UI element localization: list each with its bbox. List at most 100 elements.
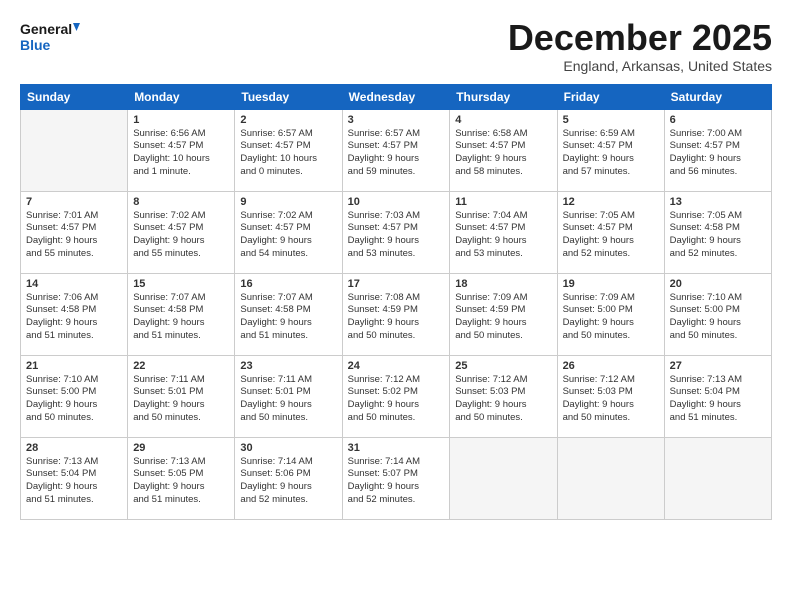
title-block: December 2025 England, Arkansas, United … bbox=[508, 18, 772, 74]
cell-info-line: Sunset: 4:59 PM bbox=[455, 304, 551, 317]
cell-info-line: Sunrise: 7:06 AM bbox=[26, 292, 122, 305]
cell-info-line: Daylight: 9 hours bbox=[563, 235, 659, 248]
page: General Blue December 2025 England, Arka… bbox=[0, 0, 792, 612]
cell-info-line: Daylight: 9 hours bbox=[26, 235, 122, 248]
logo-svg: General Blue bbox=[20, 18, 80, 56]
day-number: 20 bbox=[670, 278, 766, 290]
cell-info-line: and 54 minutes. bbox=[240, 248, 336, 261]
cell-info-line: Daylight: 9 hours bbox=[240, 481, 336, 494]
cell-info-line: and 51 minutes. bbox=[240, 330, 336, 343]
cell-info-line: Sunset: 5:02 PM bbox=[348, 386, 445, 399]
day-number: 16 bbox=[240, 278, 336, 290]
day-number: 12 bbox=[563, 196, 659, 208]
calendar-cell: 1Sunrise: 6:56 AMSunset: 4:57 PMDaylight… bbox=[128, 109, 235, 191]
calendar-cell: 15Sunrise: 7:07 AMSunset: 4:58 PMDayligh… bbox=[128, 273, 235, 355]
calendar-cell: 18Sunrise: 7:09 AMSunset: 4:59 PMDayligh… bbox=[450, 273, 557, 355]
cell-info-line: Sunset: 5:04 PM bbox=[26, 468, 122, 481]
cell-info-line: Sunset: 4:57 PM bbox=[563, 140, 659, 153]
calendar-cell: 23Sunrise: 7:11 AMSunset: 5:01 PMDayligh… bbox=[235, 355, 342, 437]
cell-info-line: Daylight: 9 hours bbox=[133, 481, 229, 494]
cell-info-line: Sunset: 4:58 PM bbox=[670, 222, 766, 235]
cell-info-line: Daylight: 9 hours bbox=[563, 399, 659, 412]
day-number: 23 bbox=[240, 360, 336, 372]
calendar-cell: 6Sunrise: 7:00 AMSunset: 4:57 PMDaylight… bbox=[664, 109, 771, 191]
cell-info-line: and 50 minutes. bbox=[455, 412, 551, 425]
cell-info-line: Daylight: 10 hours bbox=[240, 153, 336, 166]
cell-info-line: Sunset: 4:57 PM bbox=[133, 222, 229, 235]
calendar-day-header: Sunday bbox=[21, 84, 128, 109]
day-number: 8 bbox=[133, 196, 229, 208]
calendar-cell: 19Sunrise: 7:09 AMSunset: 5:00 PMDayligh… bbox=[557, 273, 664, 355]
cell-info-line: and 50 minutes. bbox=[563, 412, 659, 425]
cell-info-line: and 50 minutes. bbox=[563, 330, 659, 343]
cell-info-line: Daylight: 9 hours bbox=[348, 317, 445, 330]
subtitle: England, Arkansas, United States bbox=[508, 58, 772, 74]
cell-info-line: Daylight: 9 hours bbox=[133, 235, 229, 248]
calendar-cell: 29Sunrise: 7:13 AMSunset: 5:05 PMDayligh… bbox=[128, 437, 235, 519]
cell-info-line: and 51 minutes. bbox=[133, 330, 229, 343]
cell-info-line: and 50 minutes. bbox=[240, 412, 336, 425]
cell-info-line: Sunset: 4:58 PM bbox=[26, 304, 122, 317]
calendar-week-row: 1Sunrise: 6:56 AMSunset: 4:57 PMDaylight… bbox=[21, 109, 772, 191]
calendar-cell: 28Sunrise: 7:13 AMSunset: 5:04 PMDayligh… bbox=[21, 437, 128, 519]
calendar-day-header: Monday bbox=[128, 84, 235, 109]
cell-info-line: Daylight: 9 hours bbox=[670, 153, 766, 166]
cell-info-line: Daylight: 9 hours bbox=[563, 153, 659, 166]
day-number: 3 bbox=[348, 114, 445, 126]
cell-info-line: Sunrise: 6:59 AM bbox=[563, 128, 659, 141]
calendar-cell: 30Sunrise: 7:14 AMSunset: 5:06 PMDayligh… bbox=[235, 437, 342, 519]
cell-info-line: Sunset: 5:05 PM bbox=[133, 468, 229, 481]
day-number: 24 bbox=[348, 360, 445, 372]
cell-info-line: Daylight: 9 hours bbox=[455, 399, 551, 412]
cell-info-line: and 58 minutes. bbox=[455, 166, 551, 179]
cell-info-line: and 50 minutes. bbox=[26, 412, 122, 425]
day-number: 26 bbox=[563, 360, 659, 372]
calendar-week-row: 28Sunrise: 7:13 AMSunset: 5:04 PMDayligh… bbox=[21, 437, 772, 519]
day-number: 6 bbox=[670, 114, 766, 126]
cell-info-line: Sunrise: 7:05 AM bbox=[670, 210, 766, 223]
cell-info-line: Daylight: 10 hours bbox=[133, 153, 229, 166]
day-number: 30 bbox=[240, 442, 336, 454]
cell-info-line: Sunset: 5:00 PM bbox=[563, 304, 659, 317]
cell-info-line: and 52 minutes. bbox=[240, 494, 336, 507]
cell-info-line: and 1 minute. bbox=[133, 166, 229, 179]
calendar-cell: 13Sunrise: 7:05 AMSunset: 4:58 PMDayligh… bbox=[664, 191, 771, 273]
cell-info-line: Daylight: 9 hours bbox=[348, 481, 445, 494]
cell-info-line: and 50 minutes. bbox=[455, 330, 551, 343]
calendar-day-header: Tuesday bbox=[235, 84, 342, 109]
cell-info-line: and 52 minutes. bbox=[563, 248, 659, 261]
calendar-cell: 7Sunrise: 7:01 AMSunset: 4:57 PMDaylight… bbox=[21, 191, 128, 273]
cell-info-line: Sunrise: 6:56 AM bbox=[133, 128, 229, 141]
cell-info-line: Daylight: 9 hours bbox=[26, 399, 122, 412]
calendar-cell: 26Sunrise: 7:12 AMSunset: 5:03 PMDayligh… bbox=[557, 355, 664, 437]
cell-info-line: Daylight: 9 hours bbox=[348, 399, 445, 412]
svg-text:General: General bbox=[20, 21, 72, 37]
cell-info-line: and 52 minutes. bbox=[348, 494, 445, 507]
calendar-week-row: 21Sunrise: 7:10 AMSunset: 5:00 PMDayligh… bbox=[21, 355, 772, 437]
day-number: 22 bbox=[133, 360, 229, 372]
day-number: 19 bbox=[563, 278, 659, 290]
cell-info-line: Sunset: 4:57 PM bbox=[240, 140, 336, 153]
day-number: 1 bbox=[133, 114, 229, 126]
calendar-week-row: 14Sunrise: 7:06 AMSunset: 4:58 PMDayligh… bbox=[21, 273, 772, 355]
cell-info-line: Sunrise: 6:58 AM bbox=[455, 128, 551, 141]
day-number: 27 bbox=[670, 360, 766, 372]
cell-info-line: and 50 minutes. bbox=[348, 330, 445, 343]
cell-info-line: Sunrise: 7:10 AM bbox=[26, 374, 122, 387]
calendar-cell: 11Sunrise: 7:04 AMSunset: 4:57 PMDayligh… bbox=[450, 191, 557, 273]
calendar-cell: 12Sunrise: 7:05 AMSunset: 4:57 PMDayligh… bbox=[557, 191, 664, 273]
cell-info-line: and 51 minutes. bbox=[670, 412, 766, 425]
calendar-cell: 20Sunrise: 7:10 AMSunset: 5:00 PMDayligh… bbox=[664, 273, 771, 355]
calendar-cell: 21Sunrise: 7:10 AMSunset: 5:00 PMDayligh… bbox=[21, 355, 128, 437]
cell-info-line: Daylight: 9 hours bbox=[455, 317, 551, 330]
calendar-cell: 16Sunrise: 7:07 AMSunset: 4:58 PMDayligh… bbox=[235, 273, 342, 355]
cell-info-line: Daylight: 9 hours bbox=[670, 399, 766, 412]
cell-info-line: Sunrise: 7:00 AM bbox=[670, 128, 766, 141]
cell-info-line: Sunrise: 7:12 AM bbox=[348, 374, 445, 387]
day-number: 5 bbox=[563, 114, 659, 126]
cell-info-line: Daylight: 9 hours bbox=[240, 235, 336, 248]
cell-info-line: Daylight: 9 hours bbox=[240, 399, 336, 412]
cell-info-line: Sunset: 5:00 PM bbox=[26, 386, 122, 399]
calendar-cell: 31Sunrise: 7:14 AMSunset: 5:07 PMDayligh… bbox=[342, 437, 450, 519]
cell-info-line: Sunrise: 7:13 AM bbox=[133, 456, 229, 469]
